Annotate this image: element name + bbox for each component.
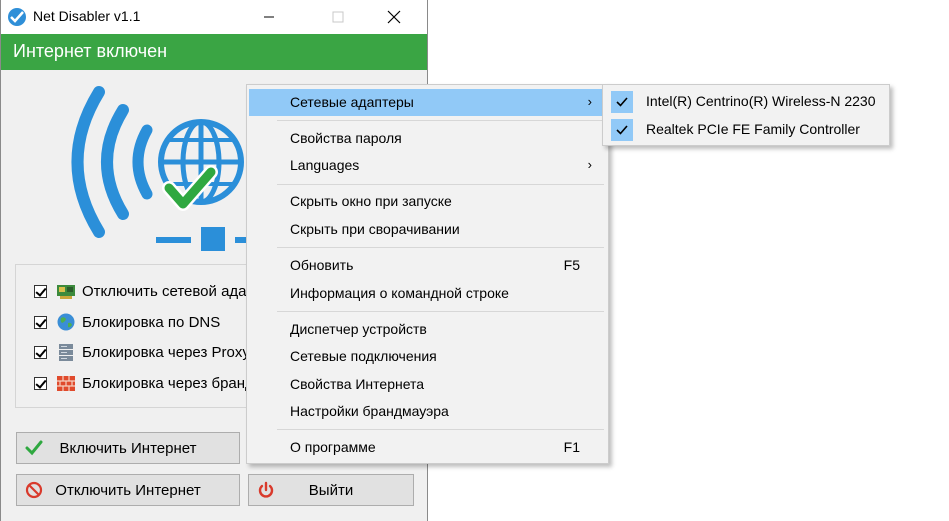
minimize-icon xyxy=(264,16,274,18)
globe-icon xyxy=(57,313,75,331)
title-bar[interactable]: Net Disabler v1.1 xyxy=(1,0,427,34)
close-button[interactable] xyxy=(371,0,417,34)
menu-item-password-properties[interactable]: Свойства пароля xyxy=(249,125,606,152)
submenu-item-label: Realtek PCIe FE Family Controller xyxy=(646,121,860,137)
menu-item-label: Сетевые адаптеры xyxy=(290,94,414,110)
window-title: Net Disabler v1.1 xyxy=(33,8,141,24)
button-label: Выйти xyxy=(308,482,354,499)
menu-item-network-adapters[interactable]: Сетевые адаптеры › xyxy=(249,89,606,116)
menu-item-label: Настройки брандмауэра xyxy=(290,403,449,419)
option-proxy-block[interactable]: Блокировка через Proxy xyxy=(34,341,250,363)
disable-internet-button[interactable]: Отключить Интернет xyxy=(16,474,240,506)
submenu-item-adapter[interactable]: Intel(R) Centrino(R) Wireless-N 2230 xyxy=(605,88,887,115)
checkbox[interactable] xyxy=(34,345,47,359)
checkbox[interactable] xyxy=(34,284,47,298)
menu-separator xyxy=(277,120,604,121)
menu-item-label: Свойства пароля xyxy=(290,130,402,146)
menu-item-label: Диспетчер устройств xyxy=(290,321,427,337)
checkbox[interactable] xyxy=(34,376,47,390)
internet-status: Интернет включен xyxy=(13,41,168,61)
menu-item-network-connections[interactable]: Сетевые подключения xyxy=(249,343,606,370)
option-label: Блокировка по DNS xyxy=(82,313,221,331)
option-disable-adapter[interactable]: Отключить сетевой адаптер xyxy=(34,280,278,302)
minimize-button[interactable] xyxy=(246,0,292,34)
menu-item-languages[interactable]: Languages › xyxy=(249,152,606,179)
app-icon xyxy=(8,8,26,26)
menu-separator xyxy=(277,247,604,248)
wifi-globe-icon xyxy=(71,86,261,251)
submenu-item-label: Intel(R) Centrino(R) Wireless-N 2230 xyxy=(646,93,876,109)
menu-item-label: Обновить xyxy=(290,257,354,273)
menu-item-hide-on-start[interactable]: Скрыть окно при запуске xyxy=(249,188,606,215)
menu-item-label: Languages xyxy=(290,157,360,173)
menu-item-command-line-info[interactable]: Информация о командной строке xyxy=(249,280,606,307)
maximize-icon xyxy=(332,11,344,23)
menu-item-device-manager[interactable]: Диспетчер устройств xyxy=(249,316,606,343)
server-icon xyxy=(59,344,73,361)
firewall-icon xyxy=(57,376,75,391)
context-menu: Сетевые адаптеры › Свойства пароля Langu… xyxy=(246,84,609,464)
menu-item-about[interactable]: О программе F1 xyxy=(249,434,606,461)
menu-item-refresh[interactable]: Обновить F5 xyxy=(249,252,606,279)
network-adapters-submenu: Intel(R) Centrino(R) Wireless-N 2230 Rea… xyxy=(602,84,890,146)
checkmark-icon xyxy=(611,119,633,141)
network-card-icon xyxy=(57,285,75,299)
menu-item-shortcut: F1 xyxy=(563,439,580,455)
close-icon xyxy=(387,10,401,24)
menu-item-label: Свойства Интернета xyxy=(290,376,425,392)
enable-internet-button[interactable]: Включить Интернет xyxy=(16,432,240,464)
menu-item-label: Сетевые подключения xyxy=(290,348,437,364)
submenu-arrow-icon: › xyxy=(587,157,592,172)
menu-separator xyxy=(277,184,604,185)
option-label: Блокировка через Proxy xyxy=(82,343,250,361)
menu-item-label: О программе xyxy=(290,439,376,455)
submenu-arrow-icon: › xyxy=(587,94,592,109)
checkmark-icon xyxy=(611,91,633,113)
button-label: Включить Интернет xyxy=(59,440,197,457)
submenu-item-adapter[interactable]: Realtek PCIe FE Family Controller xyxy=(605,116,887,143)
menu-item-firewall-settings[interactable]: Настройки брандмауэра xyxy=(249,398,606,425)
menu-separator xyxy=(277,311,604,312)
maximize-button[interactable] xyxy=(315,0,361,34)
button-label: Отключить Интернет xyxy=(55,482,201,499)
menu-item-label: Скрыть окно при запуске xyxy=(290,193,452,209)
menu-item-label: Информация о командной строке xyxy=(290,285,509,301)
menu-separator xyxy=(277,429,604,430)
menu-item-shortcut: F5 xyxy=(563,257,580,273)
checkbox[interactable] xyxy=(34,315,47,329)
option-dns-block[interactable]: Блокировка по DNS xyxy=(34,311,220,333)
menu-item-internet-properties[interactable]: Свойства Интернета xyxy=(249,371,606,398)
exit-button[interactable]: Выйти xyxy=(248,474,414,506)
menu-item-hide-on-minimize[interactable]: Скрыть при сворачивании xyxy=(249,216,606,243)
menu-item-label: Скрыть при сворачивании xyxy=(290,221,460,237)
status-bar: Интернет включен xyxy=(1,34,427,70)
